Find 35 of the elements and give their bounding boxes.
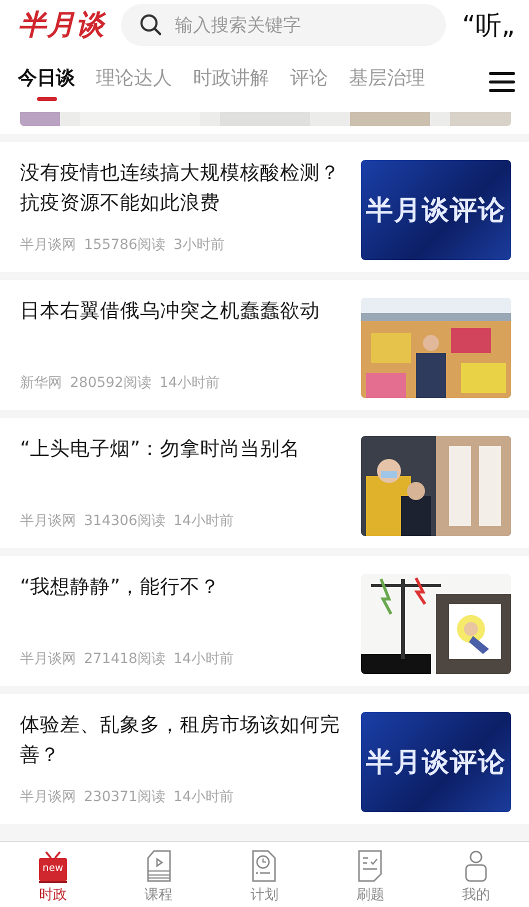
publish-time: 3小时前 bbox=[173, 236, 224, 254]
clock-document-icon bbox=[251, 850, 278, 882]
article-title[interactable]: “我想静静”，能行不？ bbox=[20, 572, 347, 602]
nav-tab[interactable]: new 时政 bbox=[18, 850, 88, 907]
search-field[interactable]: 输入搜索关键字 bbox=[121, 4, 446, 46]
article-source: 半月谈网 bbox=[20, 236, 76, 254]
read-count: 155786阅读 bbox=[84, 236, 166, 254]
checklist-icon bbox=[357, 850, 384, 882]
person-icon bbox=[464, 850, 488, 882]
publish-time: 14小时前 bbox=[173, 650, 234, 668]
article-thumbnail[interactable]: 半月谈评论 bbox=[361, 160, 511, 260]
article-title[interactable]: 没有疫情也连续搞大规模核酸检测？抗疫资源不能如此浪费 bbox=[20, 158, 347, 218]
article-source: 半月谈网 bbox=[20, 512, 76, 530]
tv-icon bbox=[38, 850, 68, 884]
article-title[interactable]: “上头电子烟”：勿拿时尚当别名 bbox=[20, 434, 347, 464]
article-title[interactable]: 体验差、乱象多，租房市场该如何完善？ bbox=[20, 710, 347, 770]
logo: 半月谈 bbox=[18, 7, 105, 43]
search-icon bbox=[139, 13, 163, 37]
video-document-icon bbox=[146, 850, 172, 882]
read-count: 230371阅读 bbox=[84, 788, 166, 806]
publish-time: 14小时前 bbox=[159, 374, 220, 392]
category-tab[interactable]: 今日谈 bbox=[18, 64, 75, 100]
article-thumbnail[interactable]: 半月谈评论 bbox=[361, 712, 511, 812]
article-source: 半月谈网 bbox=[20, 788, 76, 806]
new-label: new bbox=[42, 863, 64, 874]
menu-icon[interactable] bbox=[489, 71, 515, 93]
publish-time: 14小时前 bbox=[173, 788, 234, 806]
publish-time: 14小时前 bbox=[173, 512, 234, 530]
article-source: 半月谈网 bbox=[20, 650, 76, 668]
read-count: 280592阅读 bbox=[70, 374, 152, 392]
article-source: 新华网 bbox=[20, 374, 62, 392]
listen-button[interactable]: “听„ bbox=[462, 8, 515, 42]
read-count: 314306阅读 bbox=[84, 512, 166, 530]
article-title[interactable]: 日本右翼借俄乌冲突之机蠢蠢欲动 bbox=[20, 296, 347, 326]
read-count: 271418阅读 bbox=[84, 650, 166, 668]
